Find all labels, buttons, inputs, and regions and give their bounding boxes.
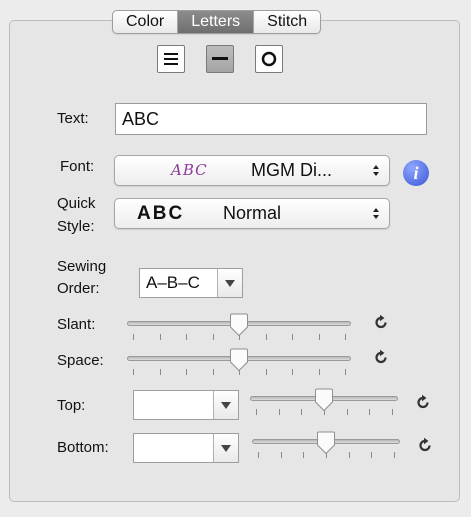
text-label: Text: [57, 110, 89, 127]
sewing-order-combo[interactable]: A–B–C [139, 268, 243, 298]
slider-tick [159, 334, 161, 340]
quick-style-preview: ABC [137, 203, 185, 224]
top-dropdown-button[interactable] [213, 391, 238, 419]
top-label: Top: [57, 397, 86, 414]
chevron-down-icon [221, 445, 231, 452]
font-value: MGM Di... [251, 160, 332, 180]
slider-thumb[interactable] [229, 313, 249, 337]
bottom-label: Bottom: [57, 439, 109, 456]
slider-tick [318, 334, 320, 340]
chevron-updown-icon [373, 208, 379, 219]
slider-tick [292, 334, 293, 340]
slider-tick [318, 369, 320, 375]
quick-style-popup[interactable]: ABC Normal [114, 198, 390, 229]
slider-thumb[interactable] [229, 348, 249, 372]
chevron-updown-icon [373, 165, 379, 176]
slider-tick [265, 334, 267, 340]
top-slider[interactable] [250, 388, 398, 416]
tab-bar: Color Letters Stitch [112, 10, 322, 34]
circle-icon [261, 51, 277, 67]
slider-tick [348, 452, 350, 458]
slider-tick [292, 369, 293, 375]
slider-tick [133, 369, 134, 375]
slant-label: Slant: [57, 316, 96, 333]
circle-mode-button[interactable] [255, 45, 283, 73]
top-combo[interactable] [133, 390, 239, 420]
slider-tick [301, 409, 303, 415]
slider-tick [212, 334, 214, 340]
slider-tick [159, 369, 161, 375]
sewing-order-dropdown-button[interactable] [217, 269, 242, 297]
bottom-combo[interactable] [133, 433, 239, 463]
font-popup[interactable]: ABC MGM Di... [114, 155, 390, 186]
quick-style-label-line2: Style: [57, 218, 95, 235]
info-icon[interactable]: i [403, 160, 429, 186]
chevron-down-icon [225, 280, 235, 287]
slider-tick [303, 452, 305, 458]
slider-thumb[interactable] [316, 431, 336, 455]
space-reset-icon[interactable] [373, 349, 389, 365]
bar-icon [212, 57, 228, 60]
bottom-reset-icon[interactable] [417, 437, 433, 453]
slider-tick [265, 369, 267, 375]
slant-slider[interactable] [127, 313, 351, 341]
text-input[interactable]: ABC [115, 103, 427, 135]
slider-tick [186, 334, 187, 340]
font-label: Font: [60, 158, 95, 175]
slider-tick [133, 334, 134, 340]
slider-tick [346, 409, 348, 415]
slider-tick [392, 409, 393, 415]
slider-tick [345, 369, 346, 375]
slider-tick [345, 334, 346, 340]
tab-stitch[interactable]: Stitch [253, 11, 320, 33]
tab-color[interactable]: Color [113, 11, 177, 33]
slider-tick [280, 452, 282, 458]
slider-tick [256, 409, 257, 415]
bar-mode-button[interactable] [206, 45, 234, 73]
slider-tick [371, 452, 373, 458]
quick-style-value: Normal [223, 203, 282, 223]
space-slider[interactable] [127, 348, 351, 376]
slant-reset-icon[interactable] [373, 314, 389, 330]
bottom-dropdown-button[interactable] [213, 434, 238, 462]
sewing-order-value: A–B–C [146, 273, 200, 292]
sewing-order-label-line2: Order: [57, 280, 100, 297]
sewing-order-label-line1: Sewing [57, 258, 107, 275]
slider-thumb[interactable] [314, 388, 334, 412]
slider-tick [369, 409, 371, 415]
quick-style-label-line1: Quick [57, 195, 96, 212]
slider-tick [212, 369, 214, 375]
font-preview: ABC [171, 161, 208, 179]
slider-tick [186, 369, 187, 375]
slider-tick [258, 452, 259, 458]
space-label: Space: [57, 352, 104, 369]
bottom-slider[interactable] [252, 431, 400, 459]
chevron-down-icon [221, 402, 231, 409]
lines-icon [164, 53, 178, 65]
slider-tick [278, 409, 280, 415]
slider-tick [394, 452, 395, 458]
lines-mode-button[interactable] [157, 45, 185, 73]
top-reset-icon[interactable] [415, 394, 431, 410]
tab-letters[interactable]: Letters [177, 11, 254, 33]
